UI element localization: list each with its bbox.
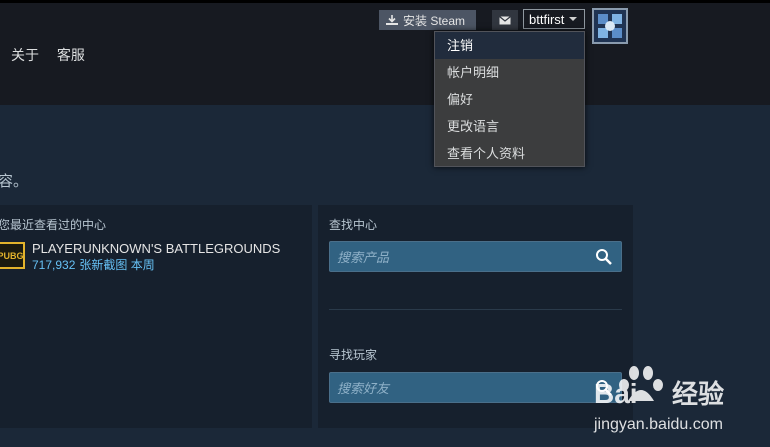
screenshot-stats-label: 张新截图 本周 [79,258,155,272]
find-hub-title: 查找中心 [329,218,378,232]
main-nav: 关于 客服 [11,45,99,65]
notifications-button[interactable] [492,10,518,30]
menu-item-view-profile[interactable]: 查看个人资料 [435,140,584,167]
envelope-icon [499,15,511,24]
install-steam-label: 安装 Steam [403,13,466,28]
account-menu-button[interactable]: bttfirst [523,9,585,29]
product-search-input[interactable] [330,242,599,273]
baidu-watermark: Bai 经验 jingyan.baidu.com [592,363,742,438]
nav-support[interactable]: 客服 [57,47,85,63]
username-label: bttfirst [529,11,565,27]
chevron-down-icon [569,17,578,21]
menu-item-account-details[interactable]: 帐户明细 [435,59,584,86]
find-players-title: 寻找玩家 [329,348,378,362]
menu-item-preferences[interactable]: 偏好 [435,86,584,113]
intro-text: 容。 [0,173,29,190]
svg-text:经验: 经验 [672,379,724,409]
screenshot-count: 717,932 [32,258,76,272]
game-hub-link[interactable]: PLAYERUNKNOWN'S BATTLEGROUNDS [32,241,280,256]
recent-hubs-title: 您最近查看过的中心 [0,218,107,232]
friend-search-input[interactable] [330,373,599,404]
friend-search-box [329,372,622,404]
install-steam-button[interactable]: 安装 Steam [379,10,476,30]
pubg-logo-icon[interactable]: PUBG [0,242,25,269]
baidu-paw-logo-icon: Bai 经验 jingyan.baidu.com [593,366,724,433]
game-hub-stats[interactable]: 717,932 张新截图 本周 [32,256,155,273]
steam-download-icon [386,15,398,25]
menu-item-change-language[interactable]: 更改语言 [435,113,584,140]
account-dropdown: 注销 帐户明细 偏好 更改语言 查看个人资料 [434,31,585,167]
svg-text:Bai: Bai [594,378,638,409]
top-edge [0,0,770,3]
avatar[interactable] [592,8,628,44]
avatar-image [594,10,626,42]
menu-item-logout[interactable]: 注销 [435,32,584,59]
search-icon[interactable] [595,248,613,266]
product-search-box [329,241,622,273]
section-divider [329,309,622,310]
nav-about[interactable]: 关于 [11,47,39,63]
watermark-url: jingyan.baidu.com [593,416,723,433]
recent-hubs-panel [0,205,312,428]
